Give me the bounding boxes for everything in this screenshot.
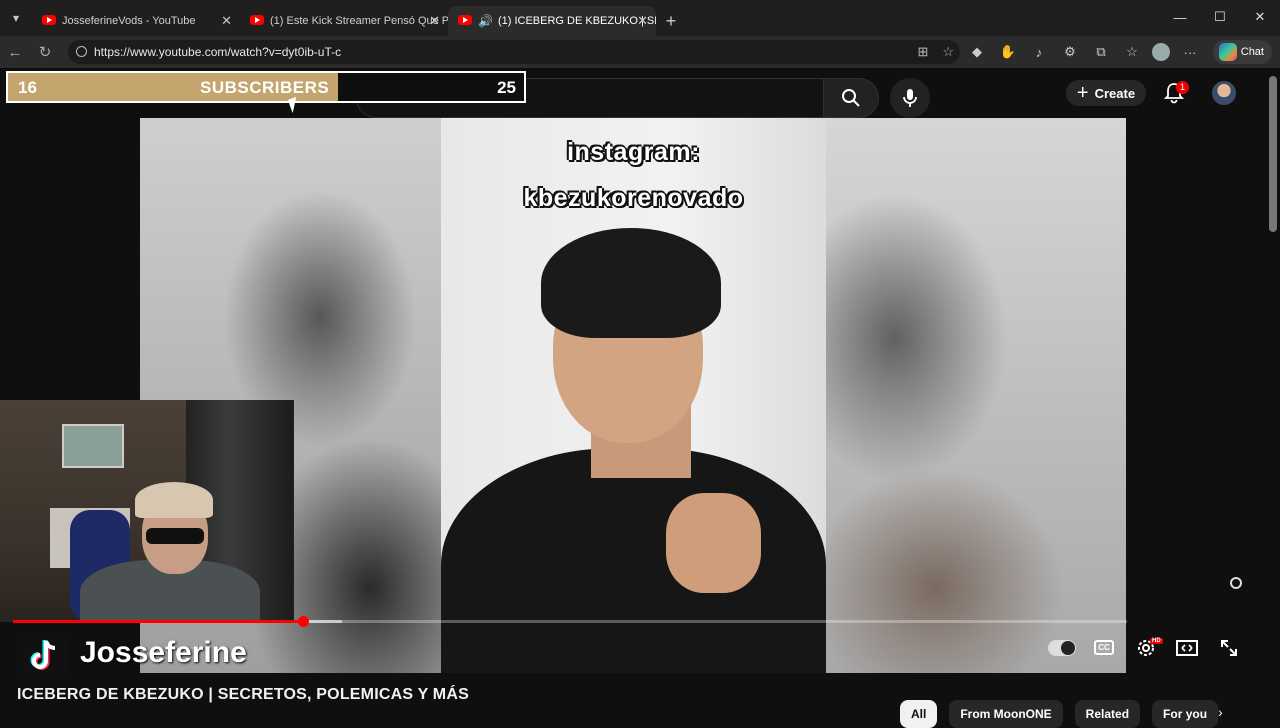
url-text: https://www.youtube.com/watch?v=dyt0ib-u… xyxy=(94,45,342,59)
reload-icon[interactable]: ↻ xyxy=(30,43,60,61)
extension-speaker-icon[interactable]: ♪ xyxy=(1028,41,1050,63)
video-title: ICEBERG DE KBEZUKO | SECRETOS, POLEMICAS… xyxy=(17,686,469,703)
chevron-right-icon[interactable]: › xyxy=(1218,704,1223,720)
account-avatar[interactable] xyxy=(1212,81,1236,105)
favorites-icon[interactable]: ☆ xyxy=(1121,41,1143,63)
close-window-icon[interactable]: ✕ xyxy=(1240,0,1280,34)
subscriber-goal: 25 xyxy=(497,78,516,97)
copilot-label: Chat xyxy=(1240,46,1264,58)
tab-title: JosseferineVods - YouTube xyxy=(62,15,196,27)
video-frame: instagram: kbezukorenovado xyxy=(441,118,826,673)
progress-played xyxy=(13,620,303,623)
related-chips: All From MoonONE Related For you xyxy=(900,700,1219,728)
copilot-chat-button[interactable]: Chat xyxy=(1212,40,1272,64)
subtitles-button[interactable]: CC xyxy=(1094,640,1114,655)
close-tab-icon[interactable]: ✕ xyxy=(429,13,440,29)
voice-search-button[interactable] xyxy=(890,78,930,118)
app-available-icon[interactable]: ⊞ xyxy=(917,44,928,60)
chip-related[interactable]: Related xyxy=(1074,700,1141,728)
hd-badge: HD xyxy=(1150,638,1163,644)
split-screen-icon[interactable]: ⧉ xyxy=(1090,41,1112,63)
favorite-star-icon[interactable]: ☆ xyxy=(942,44,954,60)
video-caption-line-2: kbezukorenovado xyxy=(523,184,744,212)
window-controls: — ☐ ✕ xyxy=(1160,0,1280,34)
subscriber-goal-overlay: 16 SUBSCRIBERS 25 xyxy=(6,71,526,103)
back-icon[interactable]: ← xyxy=(0,44,30,61)
browser-toolbar: ← ↻ https://www.youtube.com/watch?v=dyt0… xyxy=(0,36,1280,68)
browser-tab-1[interactable]: JosseferineVods - YouTube ✕ xyxy=(32,6,240,36)
channel-name-overlay: Josseferine xyxy=(80,636,247,669)
extension-icons: ◆ ✋ ♪ ⚙ ⧉ ☆ ··· xyxy=(966,41,1201,63)
address-bar[interactable]: https://www.youtube.com/watch?v=dyt0ib-u… xyxy=(68,40,960,64)
streamer-sunglasses xyxy=(146,528,204,544)
browser-tab-3[interactable]: 🔊 (1) ICEBERG DE KBEZUKO | SE ✕ xyxy=(448,6,656,36)
chip-from-moonone[interactable]: From MoonONE xyxy=(949,700,1063,728)
fullscreen-icon[interactable] xyxy=(1216,636,1242,660)
extensions-puzzle-icon[interactable]: ⚙ xyxy=(1059,41,1081,63)
channel-watermark-icon[interactable] xyxy=(1230,577,1242,589)
tab-actions-menu-icon[interactable]: ▾ xyxy=(0,0,32,36)
search-icon xyxy=(842,89,860,107)
video-person-hair xyxy=(541,228,721,338)
progress-scrubber-handle[interactable] xyxy=(297,616,309,627)
theater-mode-icon[interactable] xyxy=(1174,636,1200,660)
notification-badge: 1 xyxy=(1176,81,1190,94)
tab-title: (1) Este Kick Streamer Pensó Que P xyxy=(270,15,448,27)
more-menu-icon[interactable]: ··· xyxy=(1179,41,1201,63)
blurred-background-right xyxy=(825,118,1126,673)
address-bar-actions: ⊞ ☆ xyxy=(917,44,954,60)
youtube-favicon-icon xyxy=(250,15,264,25)
create-button[interactable]: + Create xyxy=(1066,80,1146,106)
create-label: Create xyxy=(1094,85,1136,101)
tab-title: (1) ICEBERG DE KBEZUKO | SE xyxy=(497,15,656,27)
streamer-webcam xyxy=(0,400,294,622)
streamer-cap xyxy=(135,482,213,518)
extension-diamond-icon[interactable]: ◆ xyxy=(966,41,988,63)
browser-tab-2[interactable]: (1) Este Kick Streamer Pensó Que P ✕ xyxy=(240,6,448,36)
video-person-shirt xyxy=(441,448,826,673)
youtube-favicon-icon xyxy=(42,15,56,25)
minimize-icon[interactable]: — xyxy=(1160,0,1200,34)
chip-all[interactable]: All xyxy=(900,700,938,728)
microphone-icon xyxy=(903,89,917,107)
subscriber-count: 16 xyxy=(18,78,37,97)
chip-for-you[interactable]: For you xyxy=(1152,700,1219,728)
maximize-icon[interactable]: ☐ xyxy=(1200,0,1240,34)
video-person-hand xyxy=(666,493,761,593)
new-tab-icon[interactable]: + xyxy=(656,6,686,36)
tiktok-logo-icon xyxy=(22,633,68,679)
autoplay-toggle[interactable] xyxy=(1048,640,1076,656)
plus-icon: + xyxy=(1076,81,1089,104)
browser-tab-strip: ▾ JosseferineVods - YouTube ✕ (1) Este K… xyxy=(0,0,1280,36)
youtube-favicon-icon xyxy=(458,15,472,25)
close-tab-icon[interactable]: ✕ xyxy=(221,13,232,29)
audio-playing-icon[interactable]: 🔊 xyxy=(478,14,493,28)
extension-hand-icon[interactable]: ✋ xyxy=(997,41,1019,63)
video-caption-line-1: instagram: xyxy=(567,138,700,166)
subscriber-label: SUBSCRIBERS xyxy=(200,78,330,97)
page-scrollbar[interactable] xyxy=(1269,76,1277,232)
wall-picture xyxy=(62,424,124,468)
progress-bar[interactable] xyxy=(13,616,1127,627)
site-info-icon[interactable] xyxy=(76,46,87,57)
search-button[interactable] xyxy=(823,78,879,118)
close-tab-icon[interactable]: ✕ xyxy=(637,13,648,29)
profile-avatar-icon[interactable] xyxy=(1152,43,1170,61)
